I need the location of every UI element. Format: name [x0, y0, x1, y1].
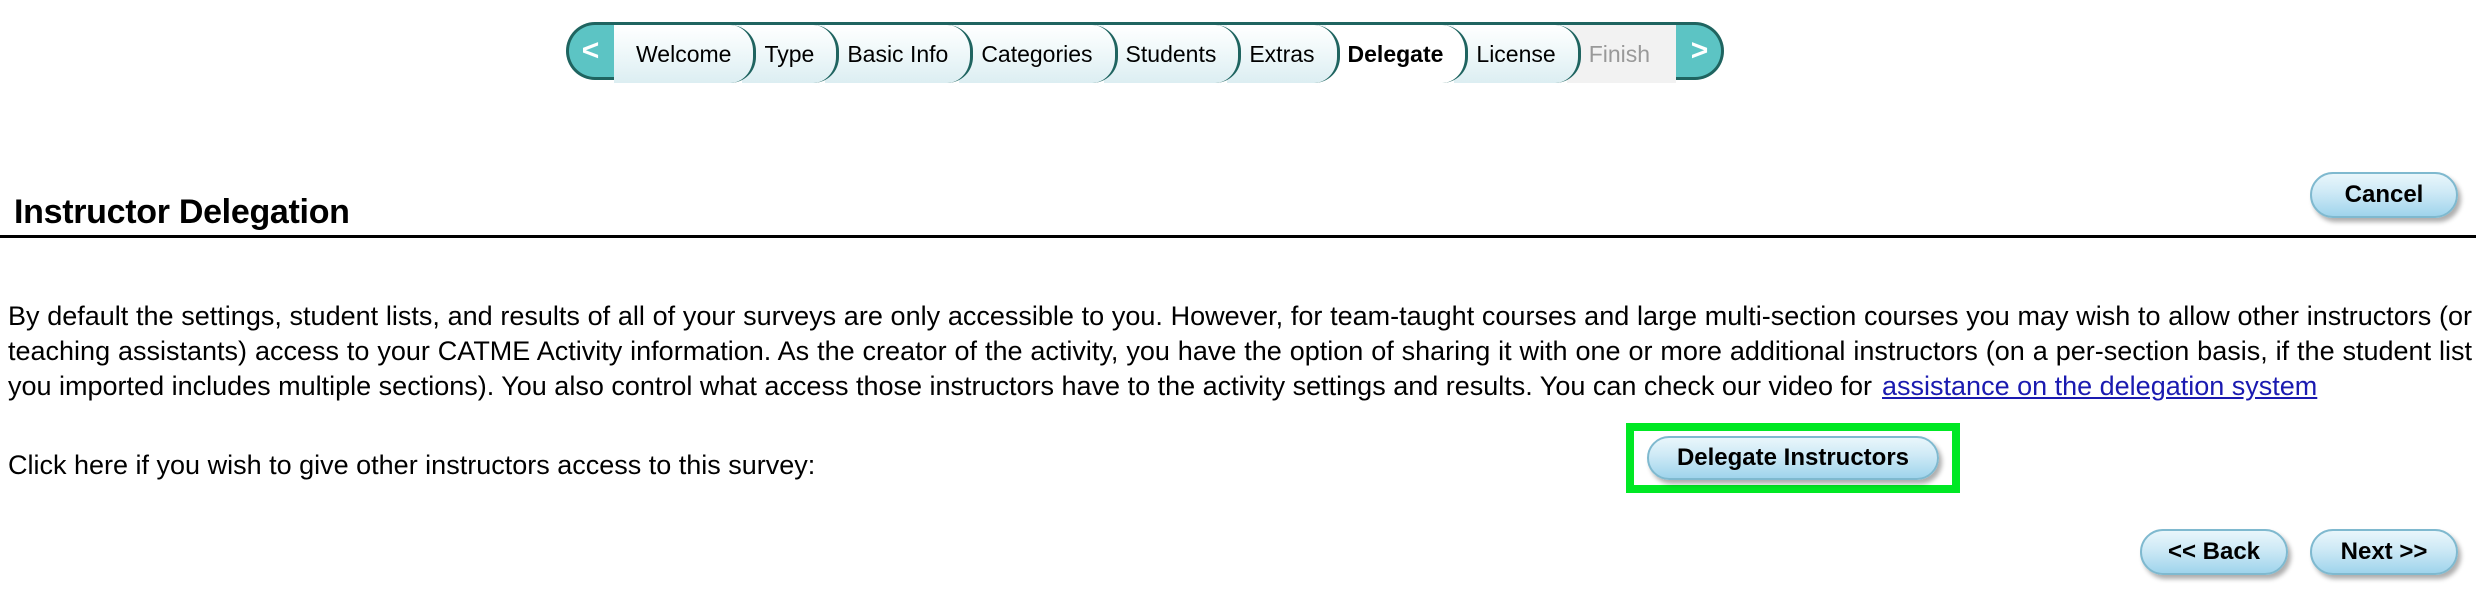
wizard-step-license[interactable]: License [1454, 25, 1581, 83]
back-button[interactable]: << Back [2140, 529, 2288, 575]
wizard-step-finish: Finish [1566, 25, 1677, 83]
wizard-next-arrow-button[interactable]: > [1676, 22, 1725, 80]
delegation-description: By default the settings, student lists, … [8, 299, 2472, 404]
chevron-right-icon: > [1690, 34, 1709, 67]
delegate-instructors-highlight: Delegate Instructors [1626, 423, 1960, 493]
wizard-step-label: Categories [981, 40, 1093, 67]
wizard-step-nav: < Welcome Type Basic Info Categories Stu… [566, 22, 1725, 83]
next-button[interactable]: Next >> [2310, 529, 2458, 575]
wizard-step-label: Delegate [1347, 40, 1444, 67]
wizard-step-label: Students [1125, 40, 1217, 67]
delegate-instructors-button[interactable]: Delegate Instructors [1647, 436, 1939, 480]
wizard-step-label: Welcome [636, 40, 732, 67]
click-here-instruction: Click here if you wish to give other ins… [8, 450, 816, 480]
chevron-left-icon: < [581, 34, 600, 67]
wizard-step-delegate[interactable]: Delegate [1325, 25, 1469, 83]
delegation-help-link[interactable]: assistance on the delegation system [1882, 371, 2317, 401]
wizard-step-basic-info[interactable]: Basic Info [825, 25, 974, 83]
wizard-step-label: License [1476, 40, 1556, 67]
wizard-step-extras[interactable]: Extras [1227, 25, 1340, 83]
title-divider [0, 235, 2476, 238]
wizard-step-welcome[interactable]: Welcome [614, 25, 757, 83]
footer-navigation: << Back Next >> [2140, 529, 2458, 575]
wizard-step-label: Basic Info [847, 40, 949, 67]
wizard-step-type[interactable]: Type [742, 25, 840, 83]
wizard-step-label: Finish [1588, 40, 1651, 67]
cancel-button[interactable]: Cancel [2310, 172, 2458, 218]
wizard-step-list: Welcome Type Basic Info Categories Stude… [614, 22, 1677, 83]
wizard-step-label: Type [764, 40, 815, 67]
wizard-step-students[interactable]: Students [1103, 25, 1242, 83]
wizard-step-categories[interactable]: Categories [959, 25, 1118, 83]
wizard-prev-arrow-button[interactable]: < [566, 22, 614, 80]
wizard-step-label: Extras [1249, 40, 1315, 67]
page-title: Instructor Delegation [14, 192, 350, 231]
